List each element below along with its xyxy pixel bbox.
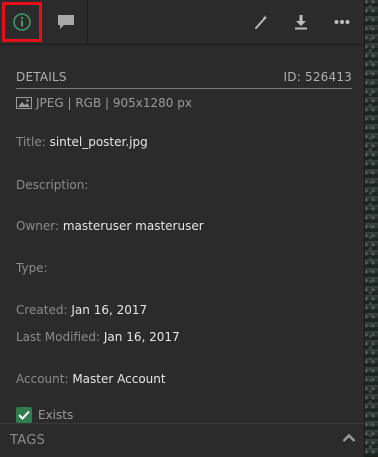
field-created: Created: Jan 16, 2017	[16, 303, 147, 317]
chevron-up-icon[interactable]	[342, 433, 356, 443]
field-value: masteruser masteruser	[62, 219, 204, 233]
details-title: DETAILS	[16, 70, 67, 84]
field-value: sintel_poster.jpg	[49, 135, 148, 149]
download-icon	[295, 15, 307, 30]
exists-checkbox-row[interactable]: Exists	[16, 407, 73, 423]
field-value: Jan 16, 2017	[71, 303, 148, 317]
tab-comments[interactable]	[44, 0, 88, 44]
tags-section-header[interactable]: TAGS	[0, 423, 364, 457]
field-type: Type:	[16, 261, 48, 275]
edit-button[interactable]	[241, 0, 281, 44]
field-account: Account: Master Account	[16, 372, 166, 386]
field-description: Description:	[16, 178, 88, 192]
comment-icon	[57, 15, 74, 29]
tab-info[interactable]	[0, 0, 44, 44]
more-button[interactable]	[322, 0, 362, 44]
field-last-modified: Last Modified: Jan 16, 2017	[16, 330, 180, 344]
edit-icon	[255, 15, 268, 29]
field-label: Description:	[16, 178, 89, 192]
tags-label: TAGS	[10, 433, 46, 448]
background-texture	[364, 0, 378, 456]
field-label: Last Modified:	[16, 330, 101, 344]
exists-checkbox[interactable]	[16, 407, 32, 423]
field-label: Owner:	[16, 219, 60, 233]
checkmark-icon	[18, 410, 30, 420]
field-value: Master Account	[72, 372, 166, 386]
file-info: JPEG | RGB | 905x1280 px	[16, 96, 192, 110]
selection-highlight	[2, 2, 42, 42]
field-title: Title: sintel_poster.jpg	[16, 135, 148, 149]
field-label: Account:	[16, 372, 69, 386]
field-label: Type:	[16, 261, 48, 275]
download-button[interactable]	[281, 0, 321, 44]
field-label: Title:	[16, 135, 46, 149]
panel-toolbar	[0, 0, 364, 45]
field-label: Created:	[16, 303, 68, 317]
more-icon	[334, 20, 350, 24]
field-owner: Owner: masteruser masteruser	[16, 219, 204, 233]
file-info-text: JPEG | RGB | 905x1280 px	[36, 96, 192, 110]
exists-label: Exists	[38, 408, 74, 422]
asset-id: ID: 526413	[283, 70, 352, 84]
details-header: DETAILS ID: 526413	[16, 68, 352, 89]
image-icon	[16, 97, 32, 109]
details-panel: DETAILS ID: 526413 JPEG | RGB | 905x1280…	[0, 0, 365, 457]
field-value: Jan 16, 2017	[103, 330, 180, 344]
